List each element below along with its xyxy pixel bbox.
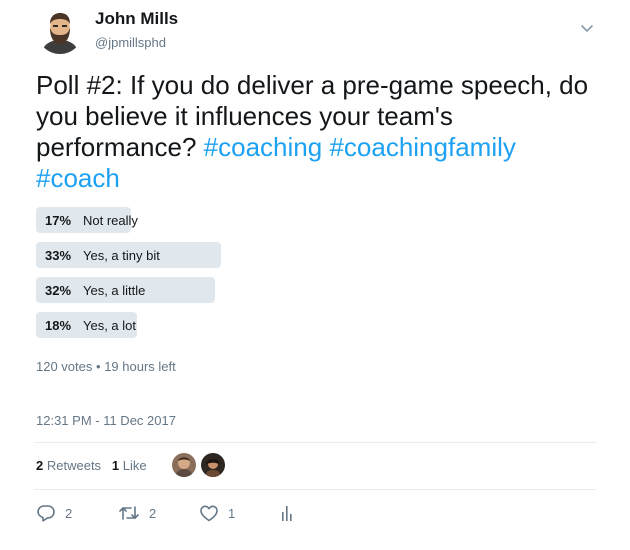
likes-count: 1 (111, 458, 120, 473)
poll-percent: 17% (45, 213, 72, 228)
hashtag-link[interactable]: #coachingfamily (329, 132, 515, 162)
reply-icon (36, 504, 56, 522)
author-name[interactable]: John Mills (95, 9, 178, 29)
liker-avatar[interactable] (172, 453, 196, 477)
retweets-stat[interactable]: 2 Retweets (36, 458, 101, 473)
poll-meta: 120 votes • 19 hours left (36, 359, 176, 374)
like-count: 1 (228, 505, 236, 521)
poll-option-label: Not really (83, 213, 138, 228)
retweet-count: 2 (149, 505, 157, 521)
divider (34, 442, 596, 443)
poll-option: 18% Yes, a lot (36, 312, 596, 338)
chevron-down-icon[interactable] (578, 22, 596, 36)
analytics-icon (280, 504, 294, 522)
tweet-stats: 2 Retweets 1 Like (36, 458, 147, 473)
retweet-icon (118, 504, 140, 522)
poll-percent: 18% (45, 318, 72, 333)
poll-votes: 120 votes (36, 359, 93, 374)
poll-option: 32% Yes, a little (36, 277, 596, 303)
tweet-text: Poll #2: If you do deliver a pre-game sp… (36, 70, 606, 194)
analytics-button[interactable] (280, 503, 294, 523)
liker-avatar[interactable] (201, 453, 225, 477)
poll-option-label: Yes, a lot (83, 318, 137, 333)
poll-option-label: Yes, a little (83, 283, 146, 298)
poll-time-left: 19 hours left (104, 359, 176, 374)
retweets-count: 2 (36, 458, 44, 473)
author-avatar[interactable] (37, 8, 83, 54)
author-handle[interactable]: @jpmillsphd (95, 35, 166, 50)
tweet-timestamp[interactable]: 12:31 PM - 11 Dec 2017 (36, 413, 176, 428)
reply-count: 2 (65, 505, 73, 521)
poll-option-label: Yes, a tiny bit (83, 248, 160, 263)
like-button[interactable]: 1 (199, 503, 235, 523)
poll-percent: 32% (45, 283, 72, 298)
retweet-button[interactable]: 2 (118, 503, 156, 523)
reply-button[interactable]: 2 (36, 503, 72, 523)
likes-stat[interactable]: 1 Like (112, 458, 147, 473)
poll-percent: 33% (45, 248, 72, 263)
hashtag-link[interactable]: #coaching (204, 132, 323, 162)
poll-separator: • (96, 359, 101, 374)
divider (34, 489, 596, 490)
likes-label: Like (122, 458, 147, 473)
heart-icon (199, 504, 219, 522)
poll-option: 17% Not really (36, 207, 596, 233)
poll-option: 33% Yes, a tiny bit (36, 242, 596, 268)
retweets-label: Retweets (46, 458, 102, 473)
hashtag-link[interactable]: #coach (36, 163, 120, 193)
